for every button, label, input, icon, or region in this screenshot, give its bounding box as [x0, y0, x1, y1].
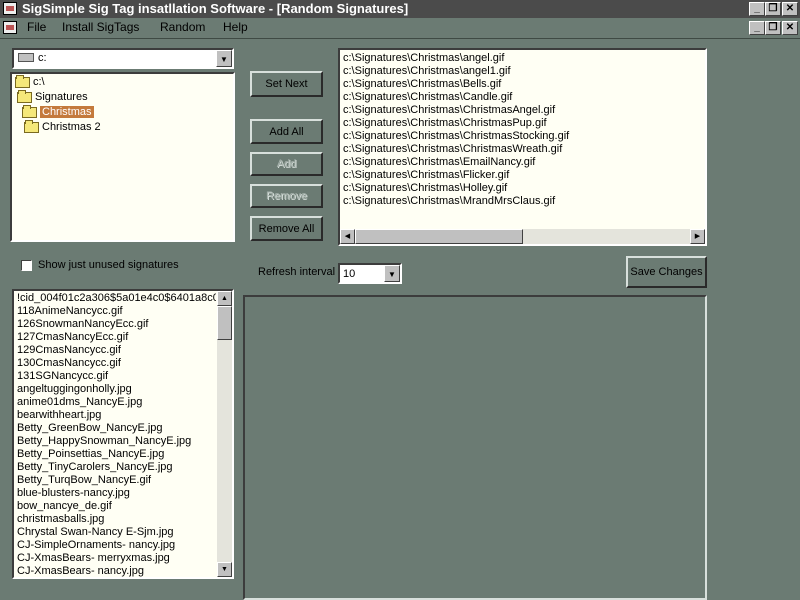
- folder-open-icon: [15, 74, 30, 88]
- restore-button[interactable]: ❐: [765, 2, 781, 16]
- scroll-down-icon[interactable]: ▼: [217, 562, 232, 577]
- show-unused-checkbox[interactable]: [21, 260, 32, 271]
- remove-all-button[interactable]: Remove All: [250, 216, 323, 241]
- list-item[interactable]: c:\Signatures\Christmas\angel.gif: [340, 52, 705, 65]
- tree-item-christmas[interactable]: Christmas: [22, 104, 94, 120]
- list-item[interactable]: c:\Signatures\Christmas\Holley.gif: [340, 182, 705, 195]
- list-item[interactable]: c:\Signatures\Christmas\EmailNancy.gif: [340, 156, 705, 169]
- list-item[interactable]: 118AnimeNancycc.gif: [14, 305, 216, 318]
- child-minimize-button[interactable]: _: [749, 21, 765, 35]
- list-item[interactable]: CJ-XmasBears- nancy.jpg: [14, 565, 216, 578]
- window-title: SigSimple Sig Tag insatllation Software …: [22, 1, 409, 16]
- list-item[interactable]: c:\Signatures\Christmas\ChristmasWreath.…: [340, 143, 705, 156]
- list-item[interactable]: Betty_TurqBow_NancyE.gif: [14, 474, 216, 487]
- close-button[interactable]: ✕: [782, 2, 798, 16]
- folder-open-icon: [22, 104, 37, 118]
- list-item[interactable]: c:\Signatures\Christmas\ChristmasPup.gif: [340, 117, 705, 130]
- list-item[interactable]: 130CmasNancycc.gif: [14, 357, 216, 370]
- drive-select[interactable]: c: ▼: [12, 48, 234, 69]
- refresh-interval-select[interactable]: 10 ▼: [338, 263, 402, 284]
- list-item[interactable]: CJ-SimpleOrnaments- nancy.jpg: [14, 539, 216, 552]
- refresh-interval-label: Refresh interval: [258, 266, 336, 278]
- list-item[interactable]: c:\Signatures\Christmas\Candle.gif: [340, 91, 705, 104]
- vertical-scrollbar[interactable]: ▲ ▼: [217, 291, 232, 577]
- list-item[interactable]: c:\Signatures\Christmas\ChristmasStockin…: [340, 130, 705, 143]
- remove-button[interactable]: Remove: [250, 184, 323, 208]
- list-item[interactable]: CJ-XmasBears- merryxmas.jpg: [14, 552, 216, 565]
- list-item[interactable]: Betty_GreenBow_NancyE.jpg: [14, 422, 216, 435]
- horizontal-scrollbar[interactable]: ◀ ▶: [340, 229, 705, 244]
- folder-tree[interactable]: c:\ Signatures Christmas Christmas 2: [10, 72, 235, 242]
- scrollbar-thumb[interactable]: [217, 306, 232, 340]
- drive-value: c:: [38, 52, 47, 64]
- list-item[interactable]: c:\Signatures\Christmas\angel1.gif: [340, 65, 705, 78]
- menu-random[interactable]: Random: [160, 20, 205, 34]
- refresh-interval-value: 10: [343, 268, 356, 280]
- chevron-down-icon[interactable]: ▼: [384, 265, 400, 282]
- add-all-button[interactable]: Add All: [250, 119, 323, 144]
- list-item[interactable]: !cid_004f01c2a306$5a01e4c0$6401a8c0: [14, 292, 216, 305]
- list-item[interactable]: 127CmasNancyEcc.gif: [14, 331, 216, 344]
- list-item[interactable]: 126SnowmanNancyEcc.gif: [14, 318, 216, 331]
- menu-help[interactable]: Help: [223, 20, 248, 34]
- folder-icon: [24, 119, 39, 133]
- add-button[interactable]: Add: [250, 152, 323, 176]
- scroll-right-icon[interactable]: ▶: [690, 229, 705, 244]
- list-item[interactable]: 131SGNancycc.gif: [14, 370, 216, 383]
- list-item[interactable]: bearwithheart.jpg: [14, 409, 216, 422]
- menu-file[interactable]: File: [27, 20, 46, 34]
- list-item[interactable]: Betty_TinyCarolers_NancyE.jpg: [14, 461, 216, 474]
- scroll-up-icon[interactable]: ▲: [217, 291, 232, 306]
- folder-open-icon: [17, 89, 32, 103]
- menu-bar: File Install SigTags Random Help _ ❐ ✕: [0, 18, 800, 39]
- save-changes-button[interactable]: Save Changes: [626, 256, 707, 288]
- scroll-left-icon[interactable]: ◀: [340, 229, 355, 244]
- scrollbar-thumb[interactable]: [355, 229, 523, 244]
- list-item[interactable]: Chrystal Swan-Nancy E-Sjm.jpg: [14, 526, 216, 539]
- tree-item-christmas-2[interactable]: Christmas 2: [24, 119, 101, 135]
- chevron-down-icon[interactable]: ▼: [216, 50, 232, 67]
- list-item[interactable]: 129CmasNancycc.gif: [14, 344, 216, 357]
- preview-panel: [243, 295, 707, 600]
- list-item[interactable]: bow_nancye_de.gif: [14, 500, 216, 513]
- drive-icon: [18, 53, 34, 62]
- list-item[interactable]: c:\Signatures\Christmas\Bells.gif: [340, 78, 705, 91]
- list-item[interactable]: christmasballs.jpg: [14, 513, 216, 526]
- list-item[interactable]: c:\Signatures\Christmas\MrandMrsClaus.gi…: [340, 195, 705, 208]
- list-item[interactable]: c:\Signatures\Christmas\ChristmasAngel.g…: [340, 104, 705, 117]
- selected-files-list[interactable]: c:\Signatures\Christmas\angel.gif c:\Sig…: [338, 48, 707, 246]
- set-next-button[interactable]: Set Next: [250, 71, 323, 97]
- list-item[interactable]: Betty_HappySnowman_NancyE.jpg: [14, 435, 216, 448]
- title-bar: SigSimple Sig Tag insatllation Software …: [0, 0, 800, 18]
- document-icon[interactable]: [3, 21, 17, 34]
- list-item[interactable]: blue-blusters-nancy.jpg: [14, 487, 216, 500]
- list-item[interactable]: Betty_Poinsettias_NancyE.jpg: [14, 448, 216, 461]
- app-icon: [3, 2, 17, 15]
- child-restore-button[interactable]: ❐: [765, 21, 781, 35]
- list-item[interactable]: anime01dms_NancyE.jpg: [14, 396, 216, 409]
- list-item[interactable]: angeltuggingonholly.jpg: [14, 383, 216, 396]
- minimize-button[interactable]: _: [749, 2, 765, 16]
- show-unused-label: Show just unused signatures: [38, 259, 179, 271]
- file-list[interactable]: !cid_004f01c2a306$5a01e4c0$6401a8c0 118A…: [12, 289, 234, 579]
- file-list-container: !cid_004f01c2a306$5a01e4c0$6401a8c0 118A…: [14, 292, 216, 578]
- selected-files-container: c:\Signatures\Christmas\angel.gif c:\Sig…: [340, 52, 705, 208]
- list-item[interactable]: c:\Signatures\Christmas\Flicker.gif: [340, 169, 705, 182]
- tree-item-signatures[interactable]: Signatures: [17, 89, 88, 105]
- child-close-button[interactable]: ✕: [782, 21, 798, 35]
- tree-item-root[interactable]: c:\: [15, 74, 45, 90]
- menu-install-sigtags[interactable]: Install SigTags: [62, 20, 139, 34]
